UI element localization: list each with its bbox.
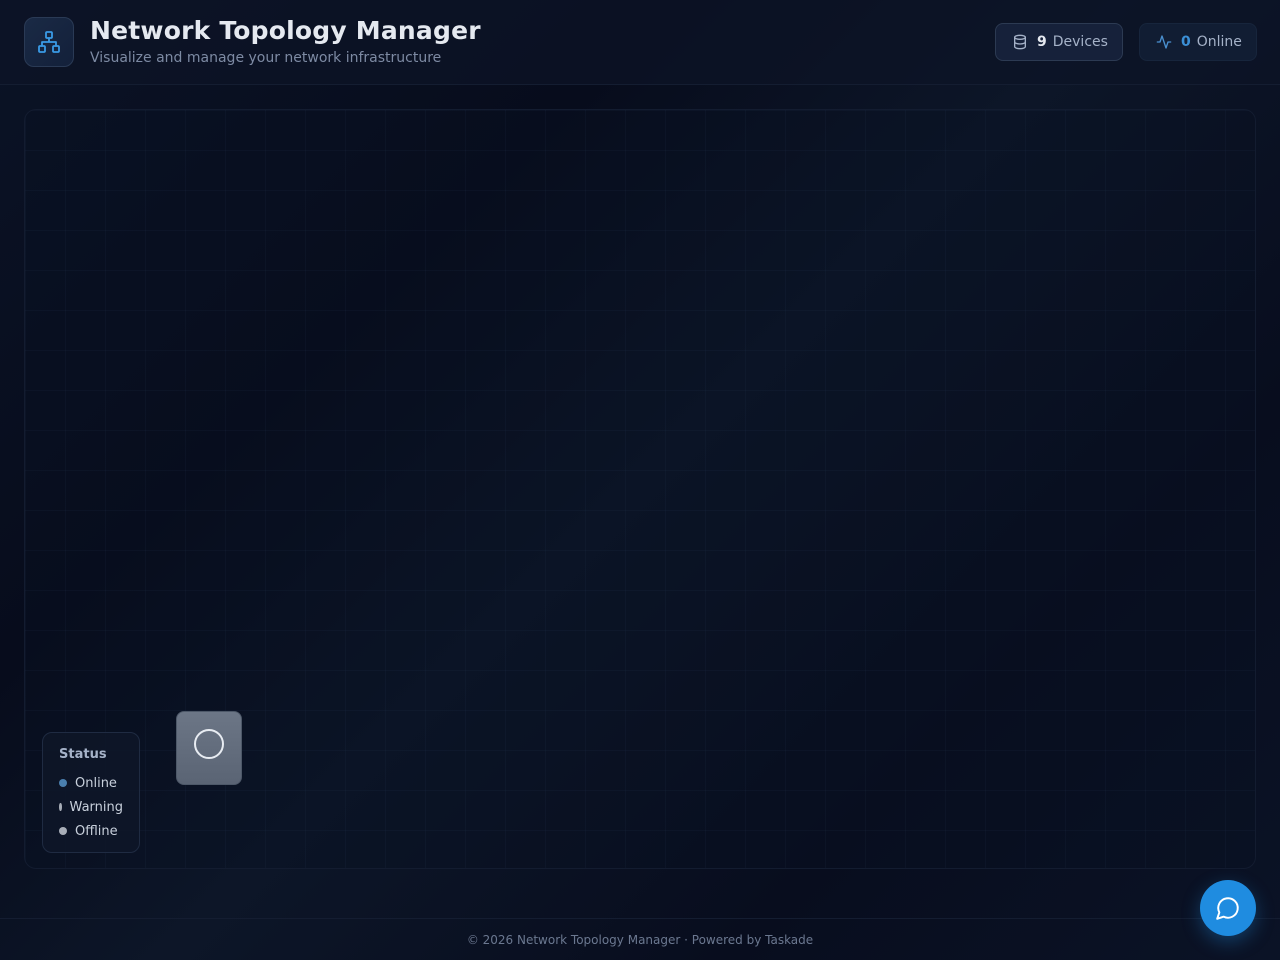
online-count-badge[interactable]: 0 Online (1139, 23, 1257, 61)
device-node[interactable] (176, 711, 242, 785)
page: Network Topology Manager Visualize and m… (0, 0, 1280, 960)
legend-label-online: Online (75, 775, 117, 791)
chat-button[interactable] (1200, 880, 1256, 936)
loading-ring-icon (194, 729, 224, 759)
online-count: 0 (1181, 34, 1191, 50)
legend-dot-warning (59, 803, 62, 811)
legend-label-offline: Offline (75, 823, 118, 839)
activity-icon (1156, 34, 1172, 50)
topology-canvas[interactable]: Status Online Warning Offline (24, 109, 1256, 869)
legend-label-warning: Warning (69, 799, 123, 815)
legend-dot-online (59, 779, 67, 787)
legend-item-online: Online (59, 771, 123, 795)
devices-count-badge[interactable]: 9 Devices (995, 23, 1123, 61)
app-title: Network Topology Manager (90, 16, 481, 45)
online-label: Online (1196, 34, 1242, 50)
devices-label: Devices (1052, 34, 1108, 50)
chat-bubble-icon (1216, 897, 1239, 920)
legend-dot-offline (59, 827, 67, 835)
legend-item-offline: Offline (59, 819, 123, 843)
app-subtitle: Visualize and manage your network infras… (90, 50, 442, 66)
devices-count: 9 (1037, 34, 1047, 50)
legend-title: Status (59, 747, 107, 762)
app-header: Network Topology Manager Visualize and m… (0, 0, 1280, 85)
network-icon (38, 31, 60, 53)
legend-item-warning: Warning (59, 795, 123, 819)
footer-text: © 2026 Network Topology Manager · Powere… (466, 932, 814, 947)
status-legend: Status Online Warning Offline (42, 732, 140, 853)
app-logo (24, 17, 74, 67)
app-footer: © 2026 Network Topology Manager · Powere… (0, 918, 1280, 960)
database-icon (1012, 34, 1028, 50)
